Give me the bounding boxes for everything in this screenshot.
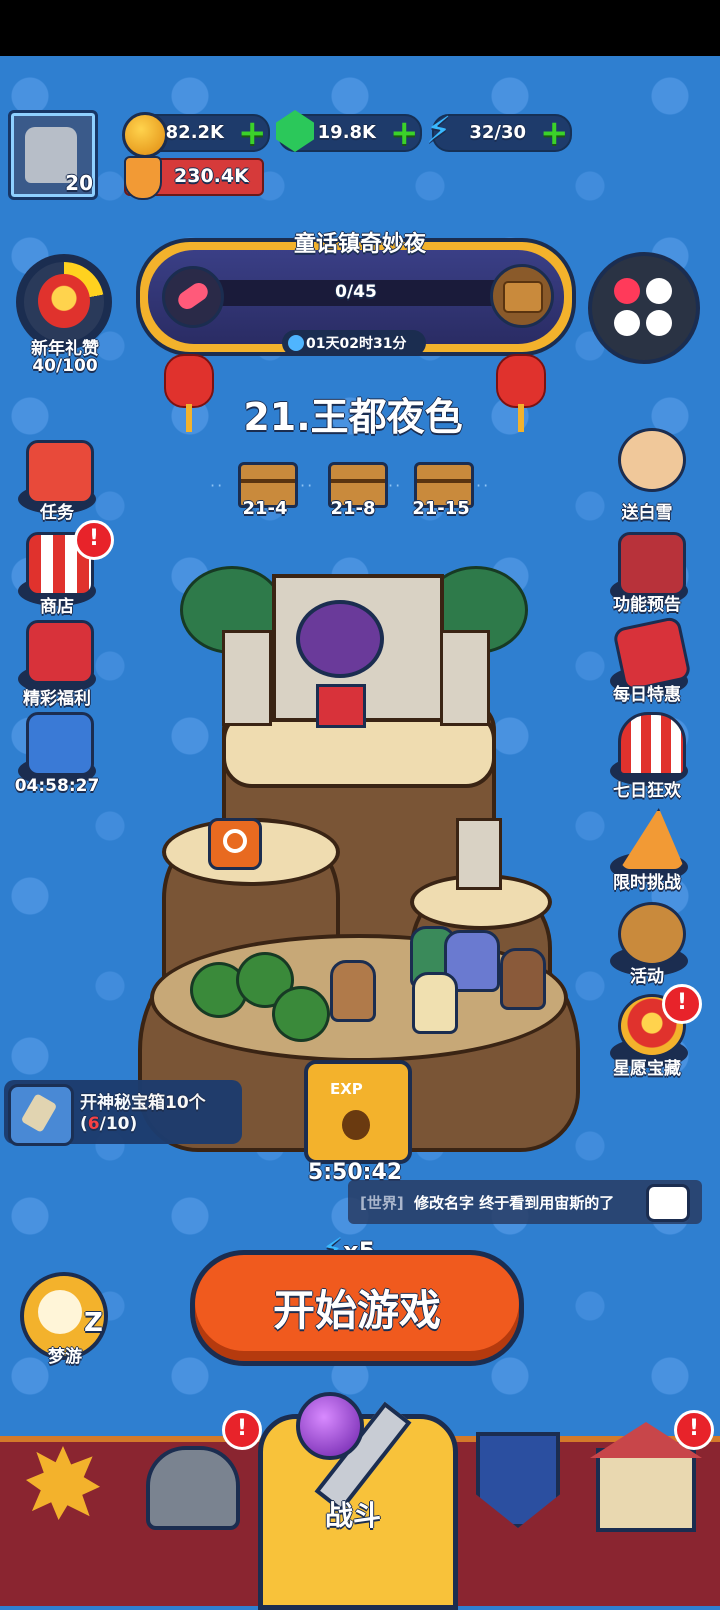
tab-battle-label: 战斗	[324, 1499, 381, 1532]
quest-progress: (6/10)	[80, 1114, 137, 1134]
chapter-title: 21.王都夜色	[243, 395, 463, 439]
stage-label: 21-4	[242, 498, 288, 519]
snow-white-label: 送白雪	[621, 503, 673, 523]
path-dots: ··	[210, 476, 225, 495]
dot-icon	[646, 278, 672, 304]
energy-bolt-icon: ⚡	[426, 110, 452, 151]
gift-box-icon	[316, 684, 366, 728]
tower-icon	[440, 630, 490, 726]
shop-label: 商店	[40, 597, 74, 617]
house-icon[interactable]	[596, 1448, 696, 1532]
quest-title: 开神秘宝箱10个	[80, 1093, 206, 1113]
power-shield-icon	[124, 156, 162, 200]
event-chest-icon[interactable]	[490, 264, 554, 328]
gift-present-icon	[26, 712, 94, 776]
gem-value: 19.8K	[317, 122, 376, 143]
combat-power: 230.4K	[124, 156, 264, 200]
notification-badge: !	[222, 1410, 262, 1450]
stage-label: 21-15	[412, 498, 470, 519]
clock-icon	[288, 335, 304, 351]
cactus-enemy-icon	[272, 986, 330, 1042]
event-timer-text: 01天02时31分	[306, 336, 407, 352]
seven-day-label: 七日狂欢	[613, 781, 681, 801]
quest-panel[interactable]: 开神秘宝箱10个 (6/10)	[4, 1080, 242, 1146]
search-button[interactable]	[208, 818, 262, 870]
heart-icon	[614, 278, 640, 304]
start-game-button[interactable]: 开始游戏	[190, 1250, 524, 1366]
circus-tent-icon	[618, 712, 686, 776]
dot-icon	[614, 310, 640, 336]
gold-value: 82.2K	[165, 122, 224, 143]
world-chat-bar[interactable]: [世界] 修改名字 终于看到用宙斯的了	[348, 1180, 702, 1224]
feature-preview-label: 功能预告	[613, 595, 681, 615]
helmet-icon[interactable]	[146, 1446, 240, 1530]
monk-hero-icon	[330, 960, 376, 1022]
notification-badge: !	[74, 520, 114, 560]
sleep-z-icon: Z	[84, 1308, 103, 1338]
quest-progress-done: 6	[87, 1114, 100, 1134]
purple-orb	[296, 1392, 364, 1460]
gem-counter[interactable]: 19.8K +	[276, 110, 422, 152]
party-popper-icon	[618, 808, 686, 872]
dream-label: 梦游	[48, 1347, 82, 1367]
chat-channel: [世界]	[360, 1194, 404, 1212]
welfare-label: 精彩福利	[23, 689, 91, 709]
witch-hero-icon	[412, 972, 458, 1034]
energy-value: 32/30	[469, 122, 526, 143]
stage-label: 21-8	[330, 498, 376, 519]
task-scroll-icon	[26, 440, 94, 504]
start-game-label: 开始游戏	[272, 1286, 441, 1335]
path-dots: ··	[388, 476, 403, 495]
add-gold-button[interactable]: +	[238, 116, 267, 150]
exp-chest-icon[interactable]	[304, 1060, 412, 1164]
quest-progress-open: (	[80, 1114, 88, 1134]
power-value: 230.4K	[174, 165, 249, 187]
player-avatar[interactable]: 20	[8, 110, 98, 200]
chat-message: 修改名字 终于看到用宙斯的了	[414, 1194, 615, 1212]
battle-sword-icon	[296, 1392, 412, 1513]
boss-monster-icon[interactable]	[296, 600, 384, 678]
gift-timer: 04:58:27	[14, 776, 100, 796]
limited-challenge-label: 限时挑战	[613, 873, 681, 893]
quest-progress-rest: /10)	[99, 1114, 138, 1134]
gift-box-icon	[26, 620, 94, 684]
snow-white-avatar-icon	[618, 428, 686, 492]
coin-icon	[122, 112, 168, 158]
new-year-progress: 40/100	[32, 356, 98, 376]
path-dots: ··	[476, 476, 491, 495]
candy-icon	[162, 266, 224, 328]
pirate-hero-icon	[500, 948, 546, 1010]
activity-label: 活动	[630, 967, 664, 987]
dot-icon	[646, 310, 672, 336]
event-timer: 01天02时31分	[282, 330, 426, 356]
add-gem-button[interactable]: +	[390, 116, 419, 150]
tower-icon	[222, 630, 272, 726]
chat-bubble-icon[interactable]	[646, 1184, 690, 1222]
daily-deal-label: 每日特惠	[613, 685, 681, 705]
more-menu-button[interactable]	[588, 252, 700, 364]
book-icon	[618, 532, 686, 596]
player-level: 20	[65, 171, 93, 195]
energy-counter[interactable]: ⚡ 32/30 +	[426, 110, 572, 152]
exp-label: EXP	[330, 1080, 363, 1098]
notification-badge: !	[662, 984, 702, 1024]
wish-treasure-label: 星愿宝藏	[613, 1059, 681, 1079]
event-progress: 0/45	[335, 282, 377, 302]
event-title: 童话镇奇妙夜	[293, 232, 426, 257]
event-progress-bar: 0/45	[206, 280, 506, 306]
gold-counter[interactable]: 82.2K +	[122, 112, 270, 158]
add-energy-button[interactable]: +	[540, 116, 569, 150]
horn-icon	[618, 902, 686, 966]
scroll-icon	[8, 1084, 74, 1146]
path-dots: ··	[300, 476, 315, 495]
status-bar	[0, 0, 720, 56]
notification-badge: !	[674, 1410, 714, 1450]
small-tower-icon	[456, 818, 502, 890]
